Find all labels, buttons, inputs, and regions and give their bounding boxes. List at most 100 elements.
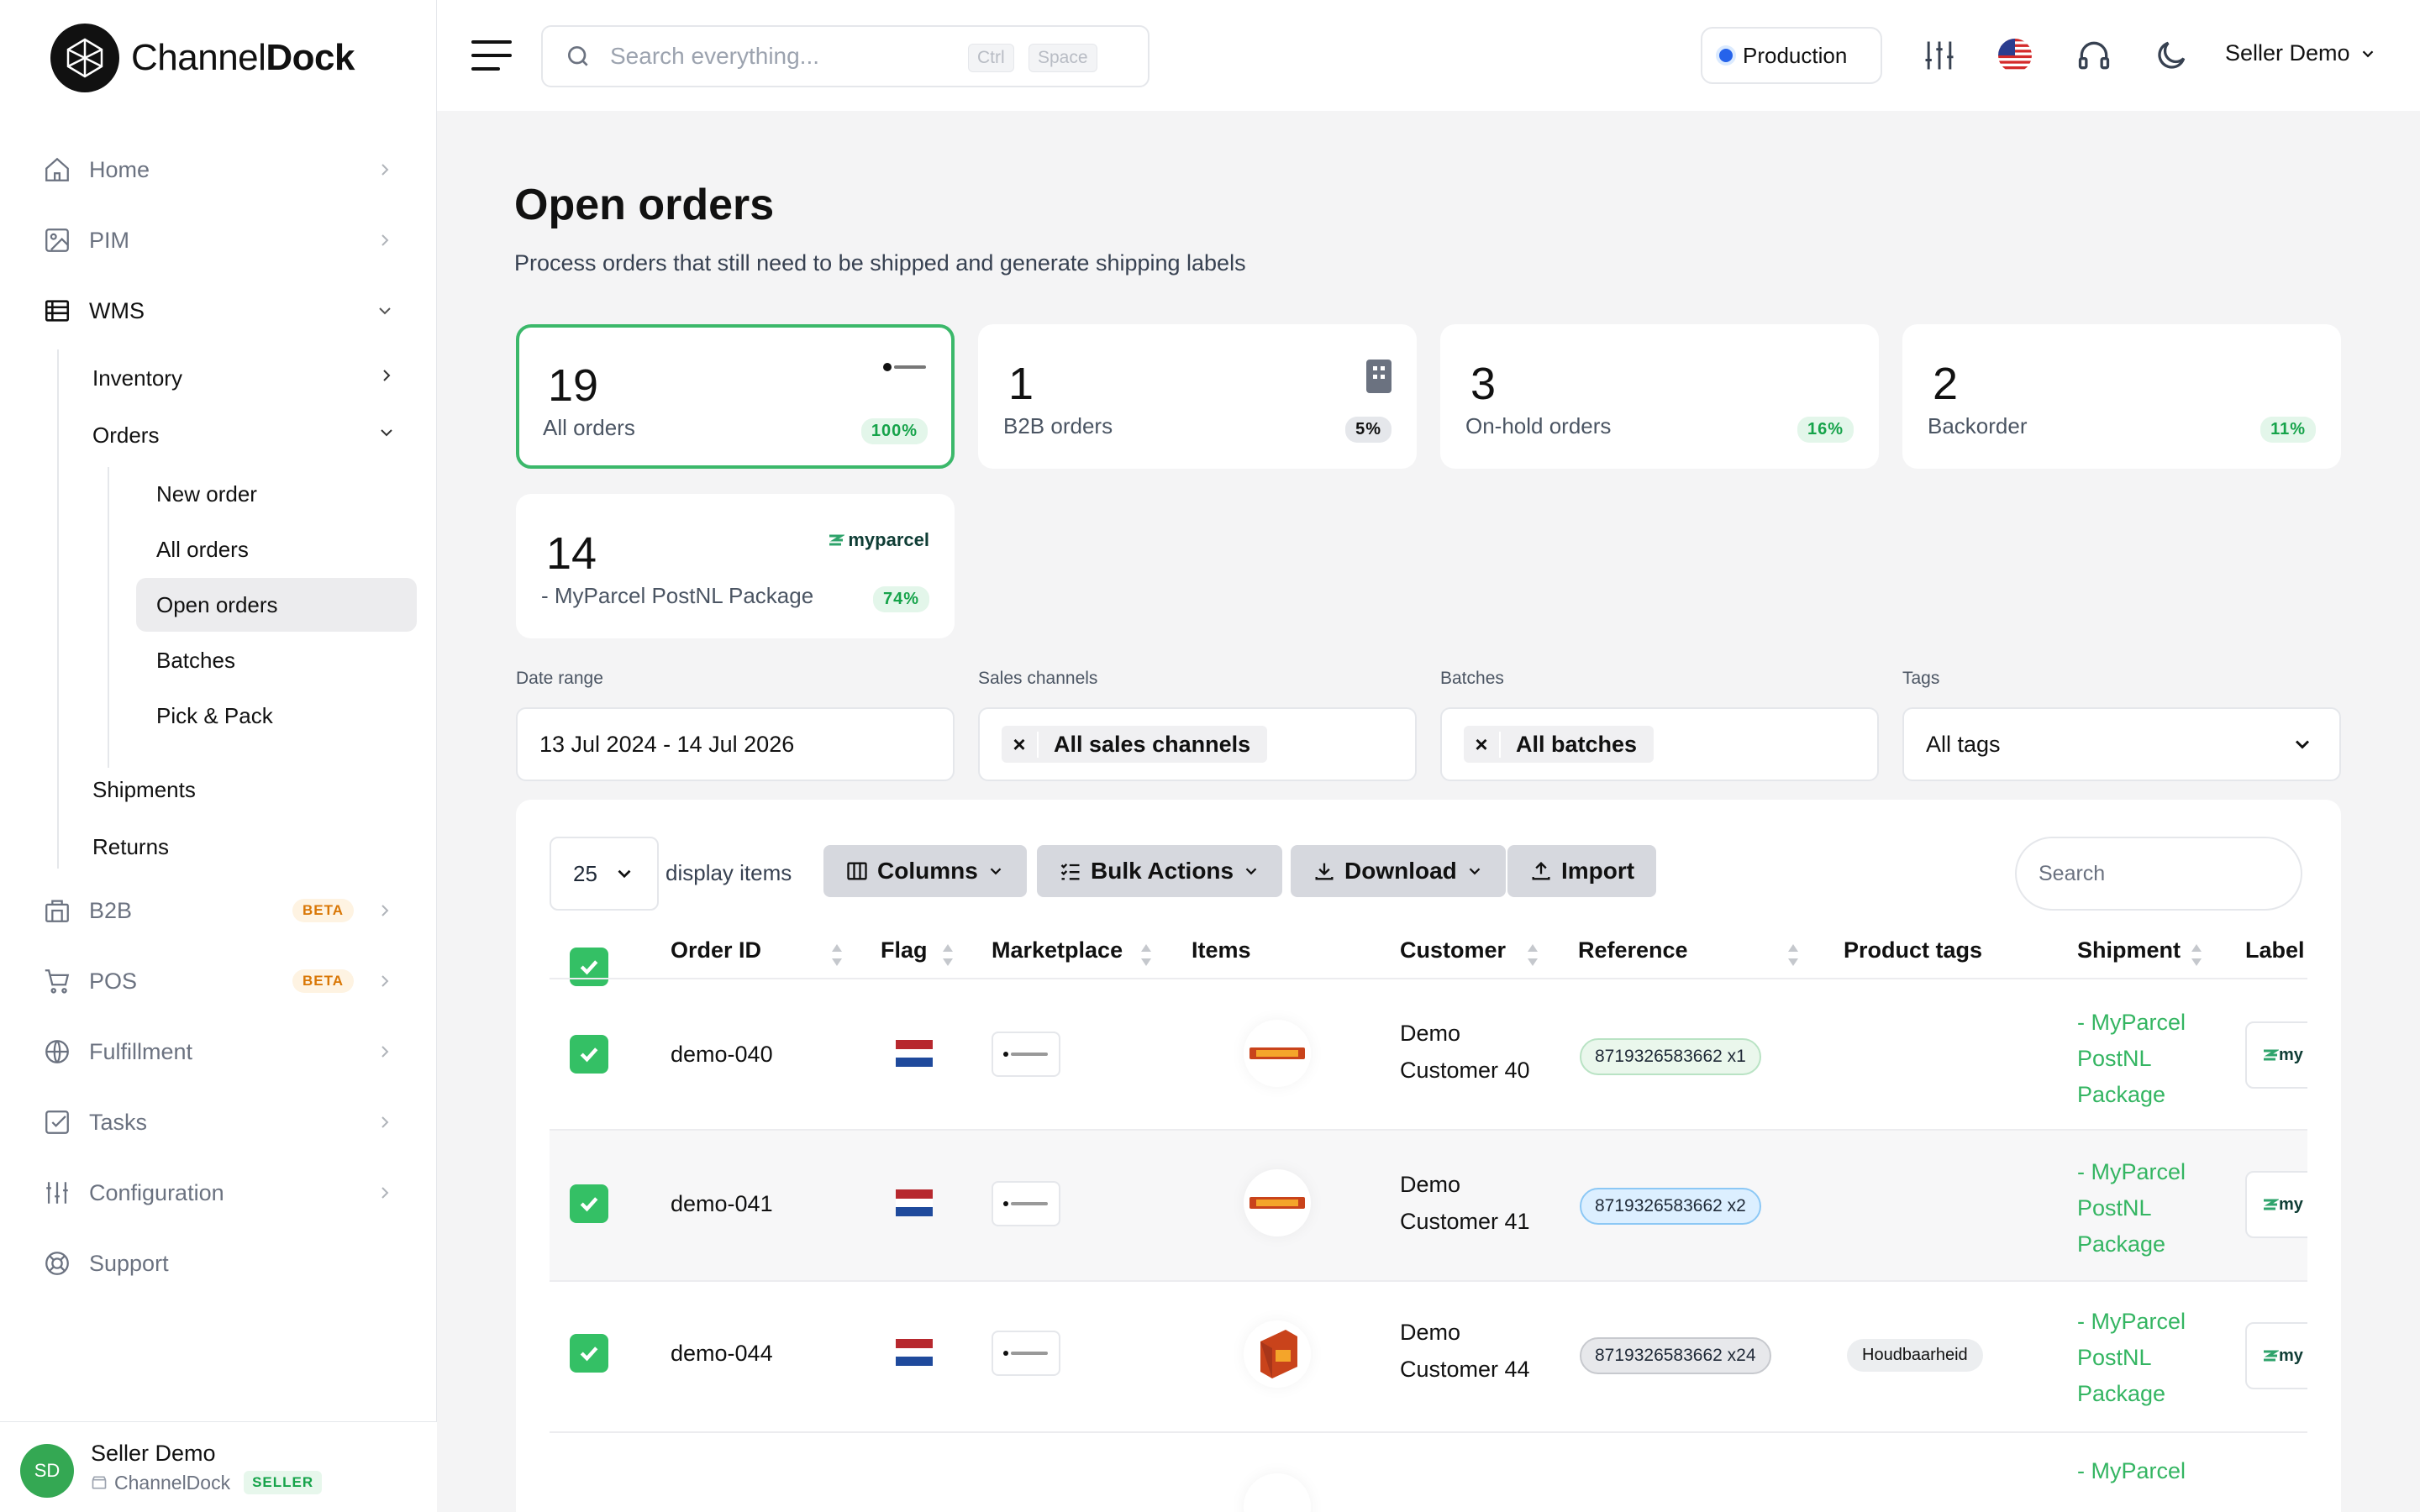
shipment-method[interactable]: - MyParcel bbox=[2077, 1453, 2186, 1489]
sort-icon[interactable] bbox=[1526, 941, 1539, 969]
filter-chip: × All sales channels bbox=[1002, 726, 1268, 763]
user-menu[interactable]: Seller Demo bbox=[2225, 40, 2377, 66]
us-flag-icon[interactable] bbox=[1996, 37, 2033, 74]
customer-name: Demo Customer 41 bbox=[1400, 1166, 1530, 1240]
columns-button[interactable]: Columns bbox=[823, 845, 1027, 897]
table-row[interactable]: demo-044 Demo Customer 44 8719326583662 x… bbox=[550, 1282, 2307, 1431]
environment-switch[interactable]: Production bbox=[1701, 27, 1882, 84]
sidebar-item-batches[interactable]: Batches bbox=[136, 633, 417, 687]
chevron-right-icon bbox=[376, 365, 397, 391]
label-text: my bbox=[2279, 1346, 2303, 1365]
stat-card-all-orders[interactable]: 19 All orders 100% bbox=[516, 324, 955, 469]
sort-icon[interactable] bbox=[941, 941, 955, 969]
menu-toggle-icon[interactable] bbox=[471, 37, 513, 74]
row-checkbox[interactable] bbox=[570, 1334, 608, 1373]
headset-icon[interactable] bbox=[2075, 37, 2112, 74]
table-row[interactable]: demo-041 Demo Customer 41 8719326583662 x… bbox=[550, 1131, 2307, 1280]
sort-icon[interactable] bbox=[1786, 941, 1800, 969]
remove-chip-icon[interactable]: × bbox=[1002, 731, 1039, 758]
table-search-input[interactable]: Search bbox=[2015, 837, 2302, 911]
settings-sliders-icon[interactable] bbox=[1921, 37, 1958, 74]
sidebar-item-tasks[interactable]: Tasks bbox=[42, 1097, 403, 1147]
page-size-select[interactable]: 25 bbox=[550, 837, 659, 911]
import-button[interactable]: Import bbox=[1507, 845, 1657, 897]
nl-flag-icon bbox=[896, 1040, 933, 1067]
col-header-shipment[interactable]: Shipment bbox=[2077, 937, 2181, 963]
product-tag: Houdbaarheid bbox=[1847, 1339, 1983, 1372]
sort-icon[interactable] bbox=[830, 941, 844, 969]
button-label: Columns bbox=[877, 858, 978, 884]
label-button[interactable]: my bbox=[2245, 1021, 2307, 1089]
shipment-method[interactable]: - MyParcel PostNL Package bbox=[2077, 1304, 2186, 1412]
order-id[interactable]: demo-040 bbox=[671, 1042, 773, 1068]
stat-count: 1 bbox=[1008, 359, 1034, 409]
sidebar-item-configuration[interactable]: Configuration bbox=[42, 1168, 403, 1218]
shipment-method[interactable]: - MyParcel PostNL Package bbox=[2077, 1154, 2186, 1263]
shipment-method[interactable]: - MyParcel PostNL Package bbox=[2077, 1005, 2186, 1113]
sidebar-item-pim[interactable]: PIM bbox=[42, 215, 403, 265]
download-button[interactable]: Download bbox=[1291, 845, 1506, 897]
bulk-actions-button[interactable]: Bulk Actions bbox=[1037, 845, 1283, 897]
sidebar-item-orders[interactable]: Orders bbox=[92, 412, 397, 459]
col-header-customer[interactable]: Customer bbox=[1400, 937, 1506, 963]
sales-channels-select[interactable]: × All sales channels bbox=[978, 707, 1417, 781]
row-checkbox[interactable] bbox=[570, 1035, 608, 1074]
stat-card-on-hold[interactable]: 3 On-hold orders 16% bbox=[1440, 324, 1879, 469]
avatar: SD bbox=[20, 1444, 74, 1498]
stat-percent: 100% bbox=[860, 418, 928, 444]
sidebar-item-pick-pack[interactable]: Pick & Pack bbox=[136, 689, 417, 743]
user-footer[interactable]: SD Seller Demo ChannelDock SELLER bbox=[0, 1421, 437, 1512]
sort-icon[interactable] bbox=[2190, 941, 2203, 969]
sidebar-item-wms[interactable]: WMS bbox=[42, 286, 403, 336]
sidebar-item-open-orders[interactable]: Open orders bbox=[136, 578, 417, 632]
order-id[interactable]: demo-044 bbox=[671, 1341, 773, 1367]
label-text: my bbox=[2279, 1045, 2303, 1064]
sidebar-item-home[interactable]: Home bbox=[42, 144, 403, 195]
stat-card-b2b-orders[interactable]: 1 B2B orders 5% bbox=[978, 324, 1417, 469]
dark-mode-moon-icon[interactable] bbox=[2153, 37, 2190, 74]
sidebar-item-pos[interactable]: POS BETA bbox=[42, 956, 403, 1006]
col-header-marketplace[interactable]: Marketplace bbox=[992, 937, 1123, 963]
sidebar-item-inventory[interactable]: Inventory bbox=[92, 354, 397, 402]
sort-icon[interactable] bbox=[1139, 941, 1153, 969]
shipment-line: - MyParcel bbox=[2077, 1159, 2186, 1184]
table-search-placeholder: Search bbox=[2039, 861, 2106, 885]
stat-card-backorder[interactable]: 2 Backorder 11% bbox=[1902, 324, 2341, 469]
sidebar-item-returns[interactable]: Returns bbox=[92, 823, 397, 870]
product-thumbnail[interactable] bbox=[1244, 1320, 1311, 1388]
topbar: Search everything... Ctrl Space Producti… bbox=[437, 0, 2420, 111]
stat-percent: 16% bbox=[1797, 417, 1854, 443]
sidebar-item-label: All orders bbox=[156, 536, 249, 562]
order-id[interactable]: demo-041 bbox=[671, 1191, 773, 1217]
tags-select[interactable]: All tags bbox=[1902, 707, 2341, 781]
cart-icon bbox=[42, 966, 72, 996]
label-button[interactable]: my bbox=[2245, 1322, 2307, 1389]
batches-select[interactable]: × All batches bbox=[1440, 707, 1879, 781]
remove-chip-icon[interactable]: × bbox=[1464, 731, 1501, 758]
check-icon bbox=[580, 1347, 598, 1362]
col-header-flag[interactable]: Flag bbox=[881, 937, 928, 963]
page-subtitle: Process orders that still need to be shi… bbox=[514, 250, 1246, 276]
stat-card-myparcel[interactable]: 14 - MyParcel PostNL Package myparcel 74… bbox=[516, 494, 955, 638]
global-search-input[interactable]: Search everything... Ctrl Space bbox=[541, 25, 1150, 87]
table-row[interactable]: demo-040 Demo Customer 40 8719326583662 x… bbox=[550, 979, 2307, 1129]
product-thumbnail[interactable] bbox=[1244, 1020, 1311, 1087]
product-thumbnail[interactable] bbox=[1244, 1473, 1311, 1512]
chevron-right-icon bbox=[375, 160, 395, 180]
sidebar-item-shipments[interactable]: Shipments bbox=[92, 766, 397, 813]
stat-label: - MyParcel PostNL Package bbox=[541, 583, 814, 608]
sidebar-item-fulfillment[interactable]: Fulfillment bbox=[42, 1026, 403, 1077]
sidebar-item-b2b[interactable]: B2B BETA bbox=[42, 885, 403, 936]
label-button[interactable]: my bbox=[2245, 1171, 2307, 1238]
col-header-reference[interactable]: Reference bbox=[1578, 937, 1688, 963]
sidebar-item-all-orders[interactable]: All orders bbox=[136, 522, 417, 576]
table-row[interactable]: - MyParcel bbox=[550, 1433, 2307, 1512]
col-header-order-id[interactable]: Order ID bbox=[671, 937, 761, 963]
product-thumbnail[interactable] bbox=[1244, 1169, 1311, 1236]
row-checkbox[interactable] bbox=[570, 1184, 608, 1223]
myparcel-logo-text: myparcel bbox=[848, 529, 929, 550]
sidebar-item-support[interactable]: Support bbox=[42, 1238, 403, 1289]
sidebar-item-new-order[interactable]: New order bbox=[136, 467, 417, 521]
brand-logo[interactable]: ChannelDock bbox=[50, 24, 355, 92]
date-range-input[interactable]: 13 Jul 2024 - 14 Jul 2026 bbox=[516, 707, 955, 781]
